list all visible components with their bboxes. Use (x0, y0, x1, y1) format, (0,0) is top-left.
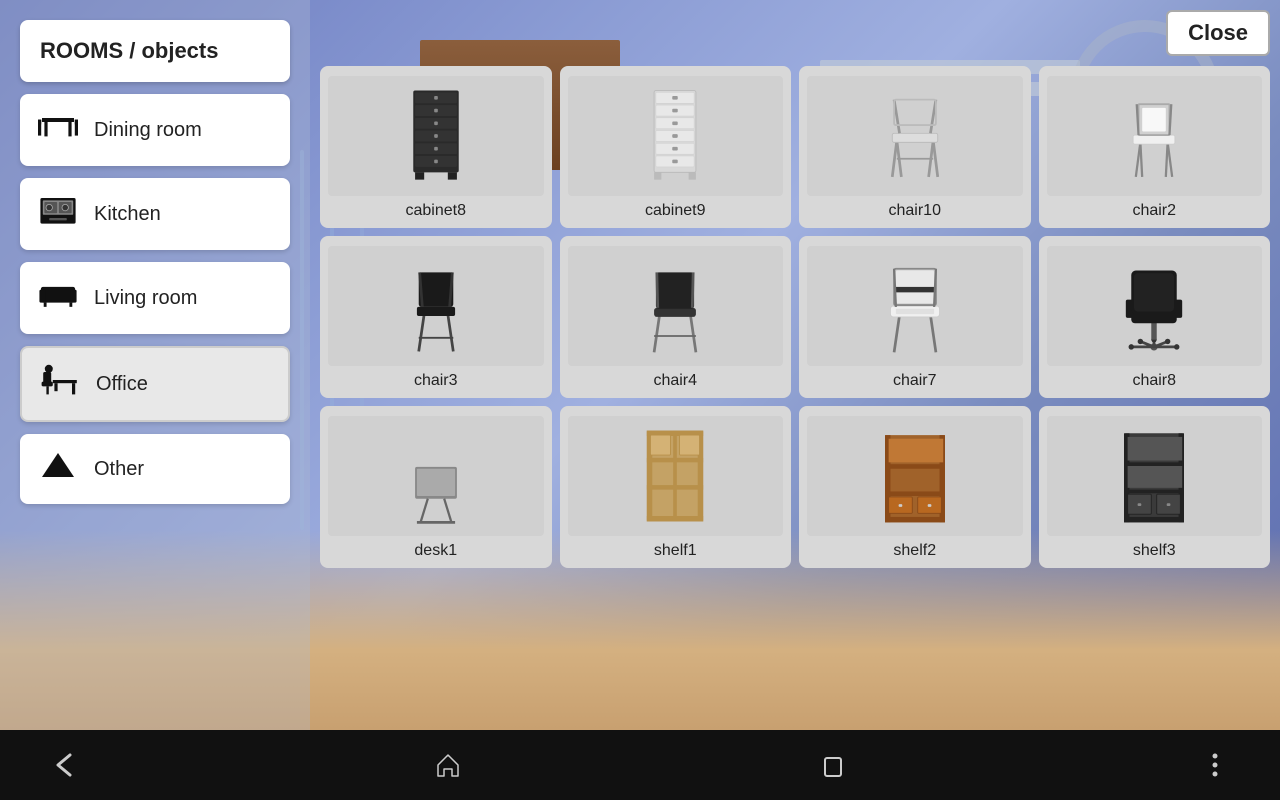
chair2-label: chair2 (1132, 202, 1176, 220)
shelf2-image (807, 416, 1023, 536)
other-icon (36, 447, 80, 491)
sidebar-item-other[interactable]: Other (20, 434, 290, 504)
chair4-image (568, 246, 784, 366)
dining-icon (36, 108, 80, 152)
grid-item-chair4[interactable]: chair4 (560, 236, 792, 398)
chair2-image (1047, 76, 1263, 196)
chair8-label: chair8 (1132, 372, 1176, 390)
sidebar-item-other-label: Other (94, 458, 144, 481)
main-content: Close (310, 0, 1280, 730)
sidebar-item-living-label: Living room (94, 287, 197, 310)
grid-item-shelf3[interactable]: shelf3 (1039, 406, 1271, 568)
back-button[interactable] (40, 740, 90, 790)
shelf3-label: shelf3 (1133, 542, 1176, 560)
sidebar-item-kitchen-label: Kitchen (94, 203, 161, 226)
home-button[interactable] (423, 740, 473, 790)
chair3-image (328, 246, 544, 366)
sidebar-item-office[interactable]: Office (20, 346, 290, 422)
sidebar-item-kitchen[interactable]: Kitchen (20, 178, 290, 250)
chair8-image (1047, 246, 1263, 366)
more-options-button[interactable] (1190, 740, 1240, 790)
kitchen-icon (36, 192, 80, 236)
grid-item-shelf1[interactable]: shelf1 (560, 406, 792, 568)
desk1-image (328, 416, 544, 536)
items-grid: cabinet8 (320, 66, 1270, 568)
office-icon (38, 362, 82, 406)
chair7-image (807, 246, 1023, 366)
chair7-label: chair7 (893, 372, 937, 390)
shelf1-image (568, 416, 784, 536)
sidebar-item-dining-label: Dining room (94, 119, 202, 142)
android-nav-bar (0, 730, 1280, 800)
recents-button[interactable] (807, 740, 857, 790)
grid-item-chair3[interactable]: chair3 (320, 236, 552, 398)
chair4-label: chair4 (653, 372, 697, 390)
cabinet8-label: cabinet8 (406, 202, 467, 220)
cabinet9-image (568, 76, 784, 196)
shelf1-label: shelf1 (654, 542, 697, 560)
grid-item-cabinet9[interactable]: cabinet9 (560, 66, 792, 228)
chair10-image (807, 76, 1023, 196)
close-button[interactable]: Close (1166, 10, 1270, 56)
grid-item-chair7[interactable]: chair7 (799, 236, 1031, 398)
shelf3-image (1047, 416, 1263, 536)
chair10-label: chair10 (889, 202, 941, 220)
sidebar-item-dining-room[interactable]: Dining room (20, 94, 290, 166)
grid-item-cabinet8[interactable]: cabinet8 (320, 66, 552, 228)
cabinet8-image (328, 76, 544, 196)
grid-item-chair2[interactable]: chair2 (1039, 66, 1271, 228)
living-room-icon (36, 276, 80, 320)
grid-item-chair10[interactable]: chair10 (799, 66, 1031, 228)
sidebar-item-office-label: Office (96, 373, 148, 396)
cabinet9-label: cabinet9 (645, 202, 706, 220)
grid-item-chair8[interactable]: chair8 (1039, 236, 1271, 398)
shelf2-label: shelf2 (893, 542, 936, 560)
desk1-label: desk1 (414, 542, 457, 560)
grid-item-desk1[interactable]: desk1 (320, 406, 552, 568)
grid-item-shelf2[interactable]: shelf2 (799, 406, 1031, 568)
rooms-objects-button[interactable]: ROOMS / objects (20, 20, 290, 82)
sidebar: ROOMS / objects Dining room (0, 0, 310, 730)
chair3-label: chair3 (414, 372, 458, 390)
sidebar-item-living-room[interactable]: Living room (20, 262, 290, 334)
